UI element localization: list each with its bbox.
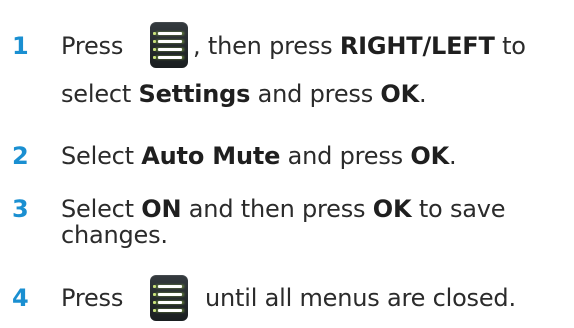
step-1-line-1: Press (61, 34, 123, 58)
step-2-and-press-text: and press (280, 142, 411, 170)
step-1-line-2: select Settings and press OK. (61, 80, 427, 108)
menu-button-icon-step-4 (150, 275, 188, 321)
step-number-1: 1 (12, 32, 29, 60)
step-1-ok-label: OK (380, 80, 420, 108)
step-number-4: 4 (12, 284, 29, 312)
step-1-press-text: Press (61, 32, 124, 60)
menu-button-icon (150, 22, 188, 68)
step-2-auto-mute-label: Auto Mute (141, 142, 281, 170)
step-1-and-press-text: and press (250, 80, 381, 108)
step-1-select-text: select (61, 80, 139, 108)
step-1-line-1-rest: , then press RIGHT/LEFT to (193, 34, 526, 58)
step-3-to-save-text: to save (411, 195, 506, 223)
step-4-press-text: Press (61, 284, 124, 312)
step-1-period: . (419, 80, 427, 108)
step-number-3: 3 (12, 195, 29, 223)
step-1-to-text: to (494, 32, 526, 60)
step-1-then-text: , then press (193, 32, 340, 60)
step-3-ok-label: OK (372, 195, 412, 223)
step-2-select-text: Select (61, 142, 142, 170)
step-2-line-1: Select Auto Mute and press OK. (61, 142, 457, 170)
step-3-and-then-press-text: and then press (181, 195, 373, 223)
step-3-changes-text: changes. (61, 221, 168, 249)
step-1-settings-label: Settings (138, 80, 251, 108)
step-3-line-2: changes. (61, 223, 168, 247)
step-number-2: 2 (12, 142, 29, 170)
step-2-period: . (448, 142, 457, 170)
step-3-select-text: Select (61, 195, 142, 223)
step-2-ok-label: OK (410, 142, 449, 170)
step-1-right-left-label: RIGHT/LEFT (339, 32, 495, 60)
step-3-line-1: Select ON and then press OK to save (61, 195, 506, 223)
step-4-until-text: until all menus are closed. (205, 284, 516, 312)
step-3-on-label: ON (141, 195, 182, 223)
step-4-line-1: Press (61, 286, 123, 310)
step-4-line-1-rest: until all menus are closed. (205, 286, 516, 310)
